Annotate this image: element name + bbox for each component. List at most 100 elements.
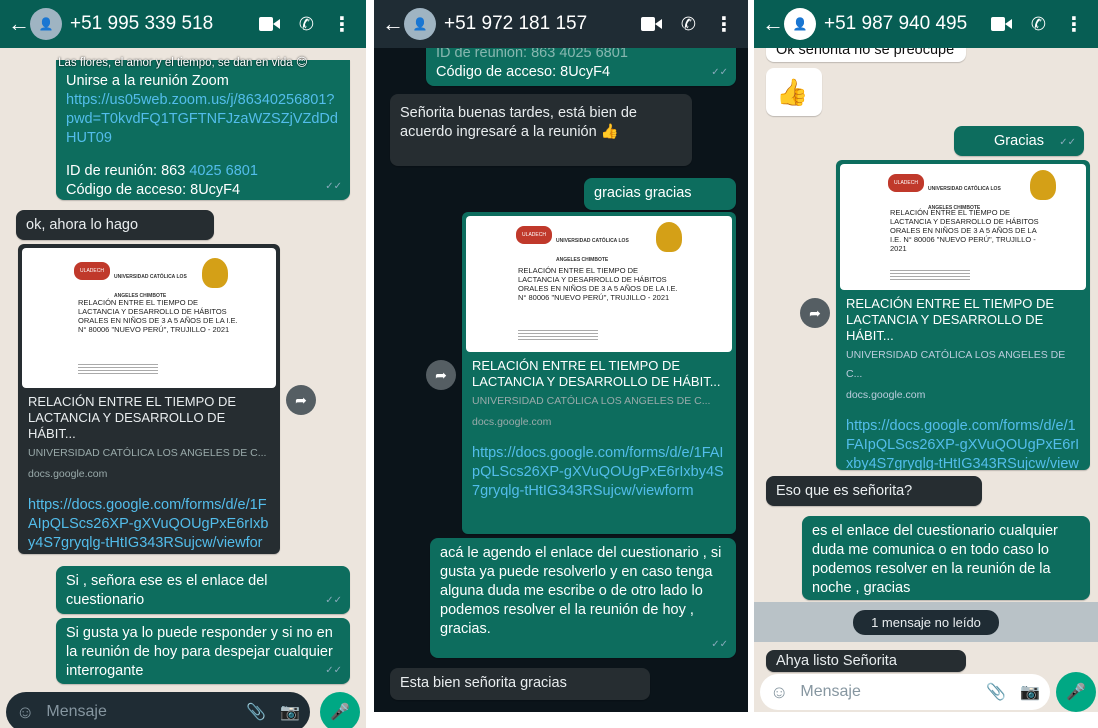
crest-logo <box>656 222 682 252</box>
message-input[interactable]: ☺ Mensaje 📎 📷 <box>760 674 1050 710</box>
read-check-icon: ✓✓ <box>711 639 728 650</box>
zoom-id-number[interactable]: 4025 6801 <box>189 163 258 179</box>
menu-icon[interactable]: ⋮ <box>332 12 352 37</box>
message-senorita[interactable]: Señorita buenas tardes, está bien de acu… <box>390 94 692 166</box>
attach-icon[interactable]: 📎 <box>986 682 1006 702</box>
zoom-link[interactable]: https://us05web.zoom.us/j/86340256801?pw… <box>66 91 340 148</box>
forward-icon[interactable]: ➦ <box>426 360 456 390</box>
zoom-message[interactable]: Unirse a la reunión Zoom https://us05web… <box>56 60 350 200</box>
camera-icon[interactable]: 📷 <box>280 702 300 722</box>
unread-banner: 1 mensaje no leído <box>754 602 1098 642</box>
message-es-el-enlace-text: es el enlace del cuestionario cualquier … <box>812 523 1058 596</box>
forms-link[interactable]: https://docs.google.com/forms/d/e/1FAIpQ… <box>462 438 736 507</box>
message-ok[interactable]: ok, ahora lo hago <box>16 210 214 240</box>
contact-phone[interactable]: +51 972 181 157 <box>444 13 641 35</box>
message-thumbs-up[interactable]: 👍 <box>766 68 822 116</box>
chat-header: ← 👤 +51 995 339 518 ✆ ⋮ <box>0 0 366 48</box>
chat-header: ← 👤 +51 972 181 157 ✆ ⋮ <box>374 0 748 48</box>
zoom-join-text: Unirse a la reunión Zoom <box>66 73 229 89</box>
preview-title: RELACIÓN ENTRE EL TIEMPO DE LACTANCIA Y … <box>472 358 721 389</box>
message-si-senora[interactable]: Si , señora ese es el enlace del cuestio… <box>56 566 350 614</box>
forms-link[interactable]: https://docs.google.com/forms/d/e/1FAIpQ… <box>836 411 1090 470</box>
preview-subtitle: UNIVERSIDAD CATÓLICA LOS ANGELES DE C... <box>472 395 711 407</box>
message-si-gusta-text: Si gusta ya lo puede responder y si no e… <box>66 625 333 679</box>
preview-domain: docs.google.com <box>472 416 552 428</box>
forms-link[interactable]: https://docs.google.com/forms/d/e/1FAIpQ… <box>18 490 280 554</box>
message-ahora-listo[interactable]: Ahya listo Señorita <box>766 650 966 672</box>
university-text: UNIVERSIDAD CATÓLICA LOS ANGELES CHIMBOT… <box>556 238 629 263</box>
message-agendo[interactable]: acá le agendo el enlace del cuestionario… <box>430 538 736 658</box>
read-check-icon: ✓✓ <box>711 67 728 78</box>
fine-print <box>78 364 158 374</box>
read-check-icon: ✓✓ <box>325 595 342 606</box>
menu-icon[interactable]: ⋮ <box>1064 12 1084 37</box>
forward-icon[interactable]: ➦ <box>800 298 830 328</box>
fine-print <box>890 270 970 280</box>
phone-call-icon[interactable]: ✆ <box>1031 14 1046 35</box>
zoom-id: ID de reunión: 863 4025 6801 <box>66 162 340 181</box>
message-si-gusta[interactable]: Si gusta ya lo puede responder y si no e… <box>56 618 350 684</box>
link-preview-message[interactable]: ULADECH UNIVERSIDAD CATÓLICA LOS ANGELES… <box>18 244 280 554</box>
message-eso-que-es[interactable]: Eso que es señorita? <box>766 476 982 506</box>
fine-print <box>518 330 598 340</box>
uladech-logo: ULADECH <box>516 226 552 244</box>
message-gracias-text: Gracias <box>994 133 1044 149</box>
unread-label: 1 mensaje no leído <box>853 609 999 635</box>
message-gracias[interactable]: gracias gracias <box>584 178 736 210</box>
avatar[interactable]: 👤 <box>784 8 816 40</box>
preview-title: RELACIÓN ENTRE EL TIEMPO DE LACTANCIA Y … <box>28 394 237 441</box>
preview-subtitle: UNIVERSIDAD CATÓLICA LOS ANGELES DE C... <box>846 349 1066 380</box>
contact-phone[interactable]: +51 987 940 495 <box>824 13 991 35</box>
uladech-logo: ULADECH <box>888 174 924 192</box>
phone-call-icon[interactable]: ✆ <box>299 14 314 35</box>
preview-domain: docs.google.com <box>28 468 108 480</box>
chat-panel-2: ← 👤 +51 972 181 157 ✆ ⋮ ID de reunion: 8… <box>374 0 748 712</box>
preview-domain: docs.google.com <box>846 389 926 401</box>
message-gracias-text: gracias gracias <box>594 185 692 201</box>
video-call-icon[interactable] <box>258 17 281 31</box>
menu-icon[interactable]: ⋮ <box>714 12 734 37</box>
message-gracias[interactable]: Gracias ✓✓ <box>954 126 1084 156</box>
mic-button[interactable]: 🎤 <box>320 692 360 728</box>
crest-logo <box>202 258 228 288</box>
chat-header: ← 👤 +51 987 940 495 ✆ ⋮ <box>754 0 1098 48</box>
back-arrow-icon[interactable]: ← <box>762 11 784 37</box>
preview-document-title: RELACIÓN ENTRE EL TIEMPO DE LACTANCIA Y … <box>518 266 678 302</box>
link-preview-message[interactable]: ULADECH UNIVERSIDAD CATÓLICA LOS ANGELES… <box>462 212 736 534</box>
message-esta-bien[interactable]: Esta bien señorita gracias <box>390 668 650 700</box>
emoji-icon[interactable]: ☺ <box>16 702 34 723</box>
message-placeholder: Mensaje <box>800 683 861 700</box>
contact-phone[interactable]: +51 995 339 518 <box>70 13 259 35</box>
preview-thumbnail: ULADECH UNIVERSIDAD CATÓLICA LOS ANGELES… <box>22 248 276 388</box>
preview-document-title: RELACIÓN ENTRE EL TIEMPO DE LACTANCIA Y … <box>78 298 238 334</box>
message-eso-que-es-text: Eso que es señorita? <box>776 483 913 499</box>
back-arrow-icon[interactable]: ← <box>382 11 404 37</box>
contact-status: Las flores, el amor y el tiempo, se dan … <box>58 57 308 69</box>
crest-logo <box>1030 170 1056 200</box>
forward-icon[interactable]: ➦ <box>286 385 316 415</box>
back-arrow-icon[interactable]: ← <box>8 11 30 37</box>
camera-icon[interactable]: 📷 <box>1020 682 1040 702</box>
attach-icon[interactable]: 📎 <box>246 702 266 722</box>
video-call-icon[interactable] <box>640 17 663 31</box>
message-ahora-listo-text: Ahya listo Señorita <box>776 653 897 669</box>
message-si-senora-text: Si , señora ese es el enlace del cuestio… <box>66 573 268 608</box>
emoji-icon[interactable]: ☺ <box>770 682 788 703</box>
preview-thumbnail: ULADECH UNIVERSIDAD CATÓLICA LOS ANGELES… <box>466 216 732 352</box>
video-call-icon[interactable] <box>990 17 1013 31</box>
mic-button[interactable]: 🎤 <box>1056 672 1096 712</box>
preview-thumbnail: ULADECH UNIVERSIDAD CATÓLICA LOS ANGELES… <box>840 164 1086 290</box>
read-check-icon: ✓✓ <box>325 181 342 192</box>
message-es-el-enlace[interactable]: es el enlace del cuestionario cualquier … <box>802 516 1090 600</box>
phone-call-icon[interactable]: ✆ <box>681 14 696 35</box>
chat-panel-1: ← 👤 +51 995 339 518 ✆ ⋮ Las flores, el a… <box>0 0 366 728</box>
code-message-code: Código de acceso: 8UcyF4 <box>436 64 611 80</box>
link-preview-message[interactable]: ULADECH UNIVERSIDAD CATÓLICA LOS ANGELES… <box>836 160 1090 470</box>
read-check-icon: ✓✓ <box>1059 137 1076 148</box>
preview-document-title: RELACIÓN ENTRE EL TIEMPO DE LACTANCIA Y … <box>890 208 1039 253</box>
chat-panel-3: ← 👤 +51 987 940 495 ✆ ⋮ Ok señorita no s… <box>754 0 1098 712</box>
avatar[interactable]: 👤 <box>30 8 62 40</box>
preview-title: RELACIÓN ENTRE EL TIEMPO DE LACTANCIA Y … <box>846 296 1055 343</box>
avatar[interactable]: 👤 <box>404 8 436 40</box>
message-input[interactable]: ☺ Mensaje 📎 📷 <box>6 692 310 728</box>
